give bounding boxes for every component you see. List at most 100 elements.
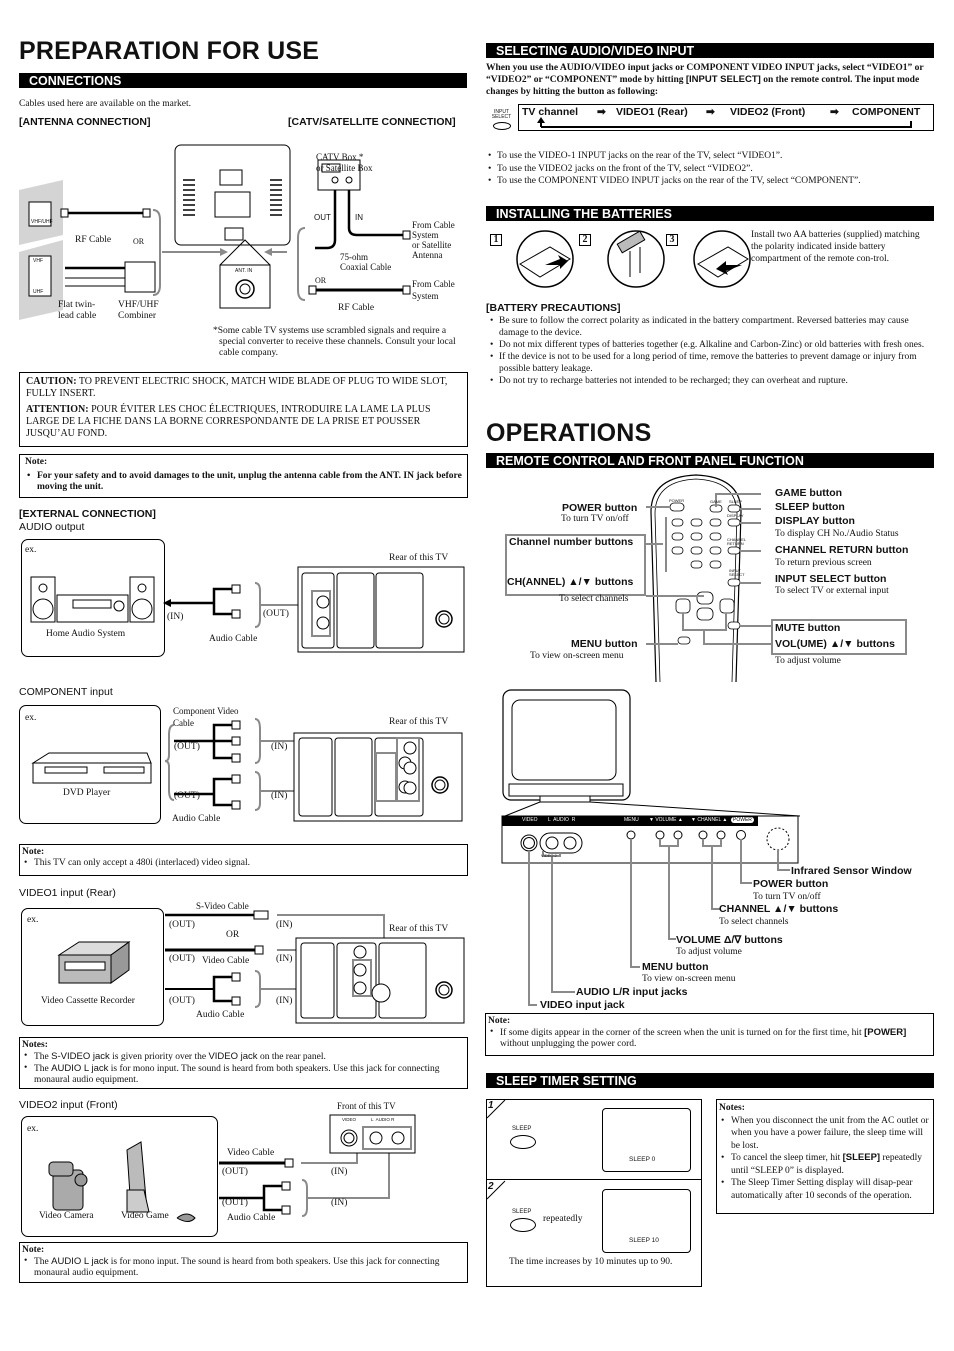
flat-twin-label: Flat twin- lead cable: [58, 300, 97, 321]
label-power-button: POWER button: [562, 502, 638, 514]
label-ch-updown: CH(ANNEL) ▲/▼ buttons: [507, 576, 634, 588]
label-sleep-button: SLEEP button: [775, 501, 845, 513]
label-display-desc: To display CH No./Audio Status: [775, 529, 899, 539]
remote-diagram: POWER GAME SLEEP DISPLAY CHANNEL RETURN …: [486, 472, 936, 683]
panel-label-video: VIDEO: [522, 817, 538, 823]
note-title: Note:: [22, 1245, 45, 1255]
caution-box: CAUTION: TO PREVENT ELECTRIC SHOCK, MATC…: [19, 372, 468, 447]
out-label-1: (OUT): [222, 1167, 248, 1177]
video1-diagram: ex. Video Cassette Recorder S-Video Cabl…: [19, 900, 469, 1030]
label-power-desc: To turn TV on/off: [561, 514, 629, 524]
label-channel-return-desc: To return previous screen: [775, 558, 872, 568]
rf-cable-label: RF Cable: [75, 235, 112, 245]
label-fp-menu-desc: To view on-screen menu: [642, 974, 736, 984]
external-heading: [EXTERNAL CONNECTION]: [19, 508, 156, 520]
combiner-label: VHF/UHF Combiner: [118, 300, 159, 321]
intro-text: Cables used here are available on the ma…: [19, 99, 191, 109]
label-channel-number: Channel number buttons: [509, 536, 634, 548]
key-game[interactable]: GAME: [710, 499, 722, 504]
device-label: Home Audio System: [46, 629, 126, 639]
note-video2: Note: The AUDIO L jack is for mono input…: [19, 1242, 468, 1283]
panel-label-power: POWER: [731, 817, 754, 823]
battery-install-text: Install two AA batteries (supplied) matc…: [751, 230, 920, 264]
precaution-item: Do not try to recharge batteries not int…: [488, 375, 938, 387]
ex-label: ex.: [27, 915, 39, 925]
game-label: Video Game: [121, 1211, 169, 1221]
audio-output-subtitle: AUDIO output: [19, 521, 85, 533]
key-display[interactable]: DISPLAY: [727, 513, 744, 518]
component-cable-label: Component Video Cable: [173, 706, 239, 728]
panel-label-video2: VIDEO 2: [541, 853, 557, 858]
sleep-key-label: SLEEP: [512, 1209, 532, 1215]
svideo-cable-label: S-Video Cable: [196, 901, 249, 911]
audio-cable-label: Audio Cable: [196, 1010, 245, 1020]
label-fp-channel-desc: To select channels: [719, 917, 789, 927]
sleep-step-2: 2 SLEEP repeatedly SLEEP 10 The time inc…: [486, 1180, 701, 1286]
note-item: When you disconnect the unit from the AC…: [719, 1115, 931, 1153]
out-label-2: (OUT): [169, 954, 195, 964]
sleep-caption: The time increases by 10 minutes up to 9…: [509, 1257, 673, 1267]
note-title: Note:: [22, 847, 45, 857]
operations-title: OPERATIONS: [486, 419, 652, 447]
video1-subtitle: VIDEO1 input (Rear): [19, 887, 116, 899]
audio-output-diagram: ex. Home Audio System (IN) (OUT) Audio C…: [19, 539, 469, 661]
label-display-button: DISPLAY button: [775, 515, 855, 527]
out-label: (OUT): [263, 609, 289, 619]
precaution-item: Do not mix different types of batteries …: [488, 339, 938, 351]
note-item: The S-VIDEO jack is given priority over …: [22, 1051, 465, 1063]
label-fp-audio: AUDIO L/R input jacks: [576, 986, 688, 998]
label-mute-button: MUTE button: [775, 622, 841, 634]
or-label-2: OR: [315, 276, 327, 285]
label-input-select: INPUT SELECT button: [775, 573, 887, 585]
label-game-button: GAME button: [775, 487, 843, 499]
label-fp-menu: MENU button: [642, 961, 709, 973]
battery-steps: 1 2 3: [490, 229, 751, 291]
note-title: Note:: [25, 457, 48, 467]
bullet-item: To use the COMPONENT VIDEO INPUT jacks o…: [486, 175, 936, 188]
out-label-3: (OUT): [169, 996, 195, 1006]
front-panel-diagram: VIDEO L AUDIO R MENU ▼ VOLUME ▲ ▼ CHANNE…: [500, 688, 940, 1011]
key-channel-return[interactable]: CHANNEL RETURN: [727, 538, 746, 546]
panel-video-label: VIDEO: [342, 1117, 357, 1122]
rear-label: Rear of this TV: [389, 553, 449, 563]
label-fp-power-desc: To turn TV on/off: [753, 892, 821, 902]
label-vol-desc: To adjust volume: [775, 656, 841, 666]
screen-text: SLEEP 0: [629, 1156, 656, 1163]
ex-label: ex.: [25, 713, 37, 723]
in-label-2: (IN): [331, 1198, 348, 1208]
wall-vhfuhf-label: VHF/UHF: [31, 219, 53, 225]
precautions-list: Be sure to follow the correct polarity a…: [488, 315, 938, 387]
note-item: The Sleep Timer Setting display will dis…: [719, 1177, 931, 1202]
label-menu-button: MENU button: [571, 638, 638, 650]
wall-uhf-label: UHF: [33, 289, 44, 295]
section-bar-connections: CONNECTIONS: [19, 73, 467, 88]
device-label: Video Cassette Recorder: [41, 996, 135, 1006]
sleep-button[interactable]: [510, 1218, 536, 1232]
sleep-button[interactable]: [510, 1135, 536, 1149]
note-title: Note:: [488, 1016, 511, 1026]
page-title: PREPARATION FOR USE: [19, 37, 320, 65]
in-label: (IN): [167, 612, 184, 622]
video-cable-label: Video Cable: [202, 956, 250, 966]
device-label: DVD Player: [63, 788, 111, 798]
note-item: For your safety and to avoid damages to …: [25, 471, 462, 493]
step-number: 1: [488, 1100, 494, 1111]
label-fp-volume-desc: To adjust volume: [676, 947, 742, 957]
rf-cable-label-2: RF Cable: [338, 303, 375, 313]
caution-text: TO PREVENT ELECTRIC SHOCK, MATCH WIDE BL…: [26, 376, 448, 399]
ant-in-label: ANT. IN: [235, 268, 253, 274]
note-item: To cancel the sleep timer, hit [SLEEP] r…: [719, 1152, 931, 1177]
audio-cable-label: Audio Cable: [227, 1213, 276, 1223]
sleep-key-label: SLEEP: [512, 1126, 532, 1132]
screen-text: SLEEP 10: [629, 1237, 659, 1244]
in-label-1: (IN): [276, 920, 293, 930]
notes-title: Notes:: [719, 1103, 745, 1113]
component-diagram: ex. DVD Player Component Video Cable (OU…: [19, 705, 469, 827]
tv-screen: SLEEP 10: [602, 1189, 691, 1253]
video-cable-label: Video Cable: [227, 1148, 275, 1158]
precautions-heading: [BATTERY PRECAUTIONS]: [486, 302, 621, 314]
key-power[interactable]: POWER: [669, 498, 684, 503]
key-input-select[interactable]: INPUT SELECT: [729, 569, 745, 577]
key-sleep[interactable]: SLEEP: [729, 499, 742, 504]
note-item: This TV can only accept a 480i (interlac…: [22, 858, 465, 869]
